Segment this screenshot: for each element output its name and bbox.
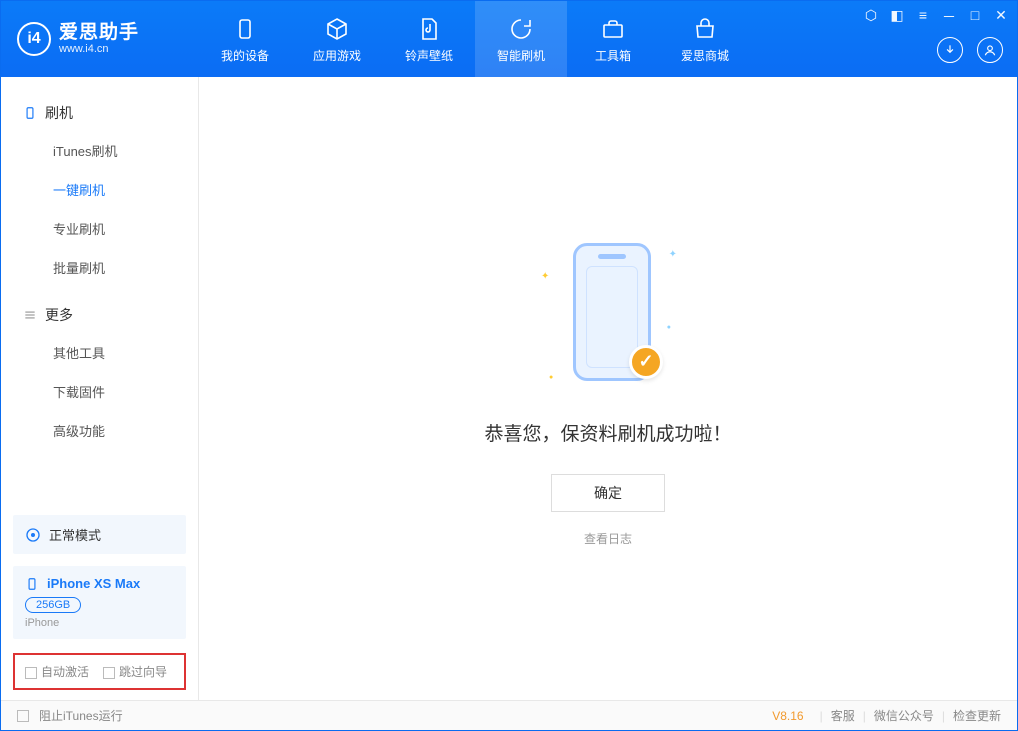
menu-icon[interactable]: ≡ xyxy=(915,7,931,27)
link-wechat[interactable]: 微信公众号 xyxy=(874,707,934,724)
sidebar-group-flash: 刷机 xyxy=(1,95,198,131)
flash-options: 自动激活 跳过向导 xyxy=(13,653,186,690)
tab-apps[interactable]: 应用游戏 xyxy=(291,1,383,77)
tshirt-icon[interactable]: ⬡ xyxy=(863,7,879,27)
minimize-button[interactable]: － xyxy=(941,7,957,27)
user-controls xyxy=(937,37,1003,63)
refresh-shield-icon xyxy=(507,15,535,43)
version-label: V8.16 xyxy=(772,709,803,723)
tab-smart-flash[interactable]: 智能刷机 xyxy=(475,1,567,77)
device-icon xyxy=(231,15,259,43)
app-title-block: 爱思助手 www.i4.cn xyxy=(59,23,139,56)
sidebar-item-advanced[interactable]: 高级功能 xyxy=(1,411,198,450)
link-check-update[interactable]: 检查更新 xyxy=(953,707,1001,724)
checkbox-label: 自动激活 xyxy=(41,665,89,679)
account-button[interactable] xyxy=(977,37,1003,63)
toolbox-icon xyxy=(599,15,627,43)
checkbox-block-itunes[interactable]: 阻止iTunes运行 xyxy=(17,707,123,724)
header: i4 爱思助手 www.i4.cn 我的设备 应用游戏 铃声壁纸 智能刷机 工具… xyxy=(1,1,1017,77)
app-title: 爱思助手 xyxy=(59,23,139,44)
confirm-button[interactable]: 确定 xyxy=(551,474,665,512)
group-label: 刷机 xyxy=(45,103,73,123)
logo-area: i4 爱思助手 www.i4.cn xyxy=(1,1,199,77)
tab-label: 智能刷机 xyxy=(497,47,545,64)
tab-my-device[interactable]: 我的设备 xyxy=(199,1,291,77)
success-message: 恭喜您，保资料刷机成功啦！ xyxy=(484,419,731,446)
close-button[interactable]: ✕ xyxy=(993,7,1009,27)
content-area: 刷机 iTunes刷机 一键刷机 专业刷机 批量刷机 更多 其他工具 下载固件 … xyxy=(1,77,1017,700)
download-button[interactable] xyxy=(937,37,963,63)
checkbox-auto-activate[interactable]: 自动激活 xyxy=(25,663,89,680)
device-type: iPhone xyxy=(25,617,174,629)
tab-label: 铃声壁纸 xyxy=(405,47,453,64)
tab-label: 应用游戏 xyxy=(313,47,361,64)
view-log-link[interactable]: 查看日志 xyxy=(584,530,632,547)
link-customer-service[interactable]: 客服 xyxy=(831,707,855,724)
tab-label: 工具箱 xyxy=(595,47,631,64)
sidebar-group-more: 更多 xyxy=(1,297,198,333)
tab-ringtone[interactable]: 铃声壁纸 xyxy=(383,1,475,77)
cube-icon xyxy=(323,15,351,43)
tab-store[interactable]: 爱思商城 xyxy=(659,1,751,77)
group-label: 更多 xyxy=(45,305,73,325)
main-panel: ✦ ✦ ● ● ✓ 恭喜您，保资料刷机成功啦！ 确定 查看日志 xyxy=(199,77,1017,700)
footer: 阻止iTunes运行 V8.16 | 客服 | 微信公众号 | 检查更新 xyxy=(1,700,1017,730)
store-icon xyxy=(691,15,719,43)
device-name-label: iPhone XS Max xyxy=(47,576,140,591)
success-illustration: ✦ ✦ ● ● ✓ xyxy=(533,231,683,401)
sidebar-item-pro-flash[interactable]: 专业刷机 xyxy=(1,209,198,248)
feedback-icon[interactable]: ◧ xyxy=(889,7,905,27)
app-logo-icon: i4 xyxy=(17,22,51,56)
device-card[interactable]: iPhone XS Max 256GB iPhone xyxy=(13,566,186,639)
checkbox-skip-guide[interactable]: 跳过向导 xyxy=(103,663,167,680)
music-file-icon xyxy=(415,15,443,43)
list-icon xyxy=(23,308,37,322)
sidebar-item-other-tools[interactable]: 其他工具 xyxy=(1,333,198,372)
maximize-button[interactable]: □ xyxy=(967,7,983,27)
app-subtitle: www.i4.cn xyxy=(59,43,139,55)
sidebar: 刷机 iTunes刷机 一键刷机 专业刷机 批量刷机 更多 其他工具 下载固件 … xyxy=(1,77,199,700)
phone-icon xyxy=(23,106,37,120)
device-icon xyxy=(25,577,39,591)
checkbox-label: 阻止iTunes运行 xyxy=(39,707,123,724)
tab-label: 爱思商城 xyxy=(681,47,729,64)
window-controls: ⬡ ◧ ≡ － □ ✕ xyxy=(863,7,1009,27)
success-check-icon: ✓ xyxy=(629,345,663,379)
checkbox-label: 跳过向导 xyxy=(119,665,167,679)
tab-label: 我的设备 xyxy=(221,47,269,64)
sidebar-item-download-fw[interactable]: 下载固件 xyxy=(1,372,198,411)
tab-toolbox[interactable]: 工具箱 xyxy=(567,1,659,77)
device-capacity: 256GB xyxy=(25,597,81,613)
sidebar-item-batch-flash[interactable]: 批量刷机 xyxy=(1,248,198,287)
sidebar-item-oneclick-flash[interactable]: 一键刷机 xyxy=(1,170,198,209)
mode-indicator[interactable]: 正常模式 xyxy=(13,515,186,554)
sidebar-item-itunes-flash[interactable]: iTunes刷机 xyxy=(1,131,198,170)
mode-icon xyxy=(25,527,41,543)
mode-label: 正常模式 xyxy=(49,525,101,544)
